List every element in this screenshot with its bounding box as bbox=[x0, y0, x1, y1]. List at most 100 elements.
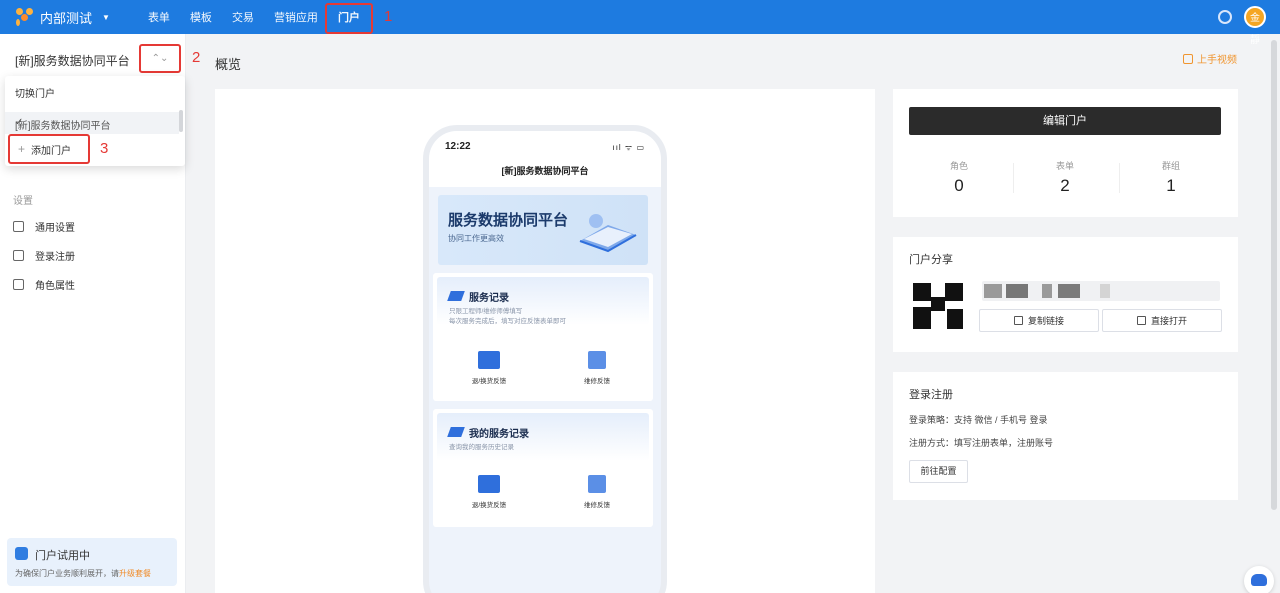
login-title: 登录注册 bbox=[909, 389, 953, 401]
trial-desc-text: 为确保门户业务顺利展开，请 bbox=[15, 569, 119, 578]
repair-feedback-item[interactable]: 维修反馈 bbox=[567, 351, 627, 385]
top-bar: 内部测试 ▼ 表单 模板 交易 营销应用 门户 金靜 bbox=[0, 0, 1280, 46]
edit-portal-button[interactable]: 编辑门户 bbox=[909, 107, 1221, 135]
share-title: 门户分享 bbox=[909, 254, 953, 266]
video-link-label: 上手视频 bbox=[1197, 55, 1237, 66]
nav-forms[interactable]: 表单 bbox=[148, 9, 170, 25]
gear-icon[interactable] bbox=[1218, 10, 1232, 24]
phone-status-icons: ııl ᯤ ▭ bbox=[612, 143, 645, 152]
login-strategy: 登录策略：支持 微信 / 手机号 登录 bbox=[909, 415, 1048, 425]
banner-title: 服务数据协同平台 bbox=[448, 212, 569, 229]
portal-preview: 12:22 ııl ᯤ ▭ [新]服务数据协同平台 服务数据协同平台 协同工作更… bbox=[215, 89, 875, 593]
portal-name: [新]服务数据协同平台 bbox=[15, 54, 130, 68]
stat-roles: 角色 0 bbox=[909, 159, 1009, 196]
item-label: 退/换货反馈 bbox=[471, 502, 507, 509]
menu-label: 通用设置 bbox=[35, 223, 75, 234]
annotation-number-2: 2 bbox=[192, 49, 201, 66]
portal-banner: 服务数据协同平台 协同工作更高效 bbox=[438, 195, 648, 265]
sidebar: [新]服务数据协同平台 ⌃⌄ 切换门户 [新]服务数据协同平台 ✓ + 添加门户… bbox=[0, 34, 186, 593]
bot-icon bbox=[1251, 574, 1267, 586]
logo-icon bbox=[16, 8, 34, 26]
annotation-number-1: 1 bbox=[384, 8, 393, 25]
my-service-record-card[interactable]: 我的服务记录 查询我的服务历史记录 退/换货反馈 维修反馈 bbox=[433, 409, 653, 527]
portal-switch-button[interactable]: ⌃⌄ bbox=[139, 44, 181, 73]
card-description: 查询我的服务历史记录 bbox=[449, 444, 514, 451]
app-name: 内部测试 bbox=[40, 10, 93, 26]
app-switcher[interactable]: 内部测试 ▼ bbox=[16, 8, 110, 27]
external-link-icon bbox=[1136, 316, 1146, 325]
nav-transactions[interactable]: 交易 bbox=[232, 9, 254, 25]
check-icon: ✓ bbox=[15, 117, 24, 128]
qr-code-image bbox=[909, 279, 967, 333]
card-title: 我的服务记录 bbox=[469, 429, 529, 440]
open-direct-label: 直接打开 bbox=[1150, 316, 1187, 326]
stat-label: 表单 bbox=[1055, 161, 1074, 171]
return-icon bbox=[478, 351, 500, 369]
form-icon bbox=[447, 291, 465, 301]
open-direct-button[interactable]: 直接打开 bbox=[1102, 309, 1222, 332]
chevron-down-icon: ▼ bbox=[102, 12, 110, 22]
settings-section-label: 设置 bbox=[13, 196, 33, 207]
copy-link-label: 复制链接 bbox=[1027, 316, 1064, 326]
menu-general-settings[interactable]: 通用设置 bbox=[13, 219, 75, 234]
dropdown-item-portal[interactable]: [新]服务数据协同平台 ✓ bbox=[5, 112, 179, 134]
page-title: 概览 bbox=[215, 57, 242, 72]
trial-description: 为确保门户业务顺利展开，请升级套餐 bbox=[15, 568, 151, 579]
settings-grid-icon bbox=[13, 221, 24, 232]
overview-panel: 编辑门户 角色 0 表单 2 群组 1 bbox=[893, 89, 1238, 217]
card-title: 服务记录 bbox=[469, 293, 509, 304]
divider bbox=[1119, 163, 1120, 193]
phone-mockup: 12:22 ııl ᯤ ▭ [新]服务数据协同平台 服务数据协同平台 协同工作更… bbox=[423, 125, 667, 593]
return-feedback-item[interactable]: 退/换货反馈 bbox=[459, 351, 519, 385]
help-bot-button[interactable] bbox=[1244, 566, 1274, 593]
login-icon bbox=[13, 250, 24, 261]
item-label: 退/换货反馈 bbox=[471, 378, 507, 385]
add-portal-button[interactable]: + 添加门户 bbox=[8, 134, 90, 164]
login-register-panel: 登录注册 登录策略：支持 微信 / 手机号 登录 注册方式：填写注册表单，注册账… bbox=[893, 372, 1238, 500]
register-method: 注册方式：填写注册表单，注册账号 bbox=[909, 438, 1054, 448]
menu-role-attributes[interactable]: 角色属性 bbox=[13, 277, 75, 292]
avatar[interactable]: 金靜 bbox=[1244, 6, 1266, 46]
nav-templates[interactable]: 模板 bbox=[190, 9, 212, 25]
play-icon bbox=[1183, 53, 1193, 64]
add-portal-label: 添加门户 bbox=[31, 145, 72, 157]
return-icon bbox=[478, 475, 500, 493]
updown-icon: ⌃⌄ bbox=[151, 53, 169, 64]
menu-label: 登录注册 bbox=[35, 252, 75, 263]
goto-config-button[interactable]: 前往配置 bbox=[909, 460, 968, 483]
wrench-icon bbox=[588, 351, 606, 369]
portal-dropdown: 切换门户 [新]服务数据协同平台 ✓ + 添加门户 bbox=[5, 76, 185, 166]
annotation-box-1 bbox=[325, 3, 373, 34]
return-feedback-item[interactable]: 退/换货反馈 bbox=[459, 475, 519, 509]
service-record-card[interactable]: 服务记录 只限工程师/维修师傅填写 每次服务完成后，填写对应反馈表单即可 退/换货… bbox=[433, 273, 653, 401]
copy-link-button[interactable]: 复制链接 bbox=[979, 309, 1099, 332]
text-icon bbox=[13, 279, 24, 290]
trial-icon bbox=[15, 547, 28, 560]
phone-title: [新]服务数据协同平台 bbox=[501, 166, 589, 176]
banner-subtitle: 协同工作更高效 bbox=[448, 234, 504, 243]
nav-marketing[interactable]: 营销应用 bbox=[274, 9, 318, 25]
phone-time: 12:22 bbox=[445, 141, 471, 152]
trial-title: 门户试用中 bbox=[35, 550, 90, 562]
tutorial-video-link[interactable]: 上手视频 bbox=[1183, 51, 1237, 66]
dropdown-scrollbar[interactable] bbox=[179, 110, 183, 132]
stat-forms: 表单 2 bbox=[1015, 159, 1115, 196]
card-desc-line: 每次服务完成后，填写对应反馈表单即可 bbox=[449, 318, 566, 325]
portal-selector[interactable]: [新]服务数据协同平台 ⌃⌄ bbox=[0, 44, 186, 74]
plus-icon: + bbox=[18, 142, 26, 156]
form-icon bbox=[447, 427, 465, 437]
share-link-redacted bbox=[982, 281, 1220, 301]
menu-login-register[interactable]: 登录注册 bbox=[13, 248, 75, 263]
stat-label: 群组 bbox=[1161, 161, 1180, 171]
wrench-icon bbox=[588, 475, 606, 493]
stat-label: 角色 bbox=[949, 161, 968, 171]
repair-feedback-item[interactable]: 维修反馈 bbox=[567, 475, 627, 509]
upgrade-link[interactable]: 升级套餐 bbox=[119, 569, 151, 578]
stat-value: 1 bbox=[1166, 176, 1176, 195]
item-label: 维修反馈 bbox=[584, 502, 610, 509]
stat-groups: 群组 1 bbox=[1121, 159, 1221, 196]
card-description: 只限工程师/维修师傅填写 每次服务完成后，填写对应反馈表单即可 bbox=[449, 307, 566, 327]
stat-value: 2 bbox=[1060, 176, 1070, 195]
item-label: 维修反馈 bbox=[584, 378, 610, 385]
page-scrollbar[interactable] bbox=[1271, 40, 1277, 510]
